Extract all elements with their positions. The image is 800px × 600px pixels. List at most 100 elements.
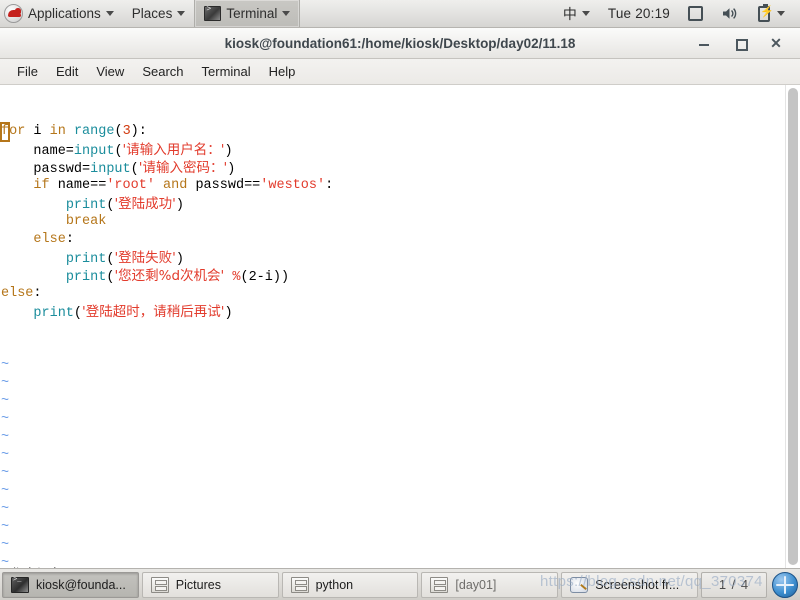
chevron-down-icon — [177, 11, 186, 16]
input-method-indicator[interactable]: 中 — [554, 0, 599, 27]
task-button-label: Pictures — [175, 577, 221, 592]
code-token: ) — [224, 144, 233, 159]
code-token: passwd= — [1, 162, 91, 177]
code-token: name== — [49, 178, 107, 193]
applications-menu[interactable]: Applications — [0, 0, 123, 27]
empty-line-marker: ~ — [1, 376, 10, 391]
battery-tray[interactable] — [747, 0, 794, 27]
vim-editor-text[interactable]: for i in range(3): name=input('请输入用户名：')… — [0, 85, 785, 568]
code-token: if — [33, 178, 50, 193]
code-token: '登陆成功' — [114, 196, 176, 212]
task-button[interactable]: Pictures — [141, 571, 279, 598]
code-token: ) — [175, 198, 184, 213]
task-button-label: python — [315, 577, 354, 592]
window-taskbar: kiosk@founda... Pictures python [day01] Scre… — [0, 568, 800, 600]
menu-search[interactable]: Search — [133, 60, 192, 84]
empty-line-marker: ~ — [1, 502, 10, 517]
terminal-title-bar[interactable]: kiosk@foundation61:/home/kiosk/Desktop/d… — [0, 28, 800, 59]
system-tray[interactable] — [679, 0, 712, 27]
terminal-menu-bar: File Edit View Search Terminal Help — [0, 59, 800, 85]
code-token: break — [65, 214, 107, 229]
code-line: print('登陆失败') — [0, 249, 785, 267]
volume-icon[interactable] — [721, 6, 738, 21]
window-controls: ✕ — [697, 36, 800, 51]
code-token: '请输入密码：' — [138, 160, 228, 176]
task-button-label: kiosk@founda... — [36, 577, 126, 592]
code-token: '登陆失败' — [114, 250, 176, 266]
chevron-down-icon[interactable] — [777, 11, 785, 16]
task-button-list: kiosk@founda... Pictures python [day01] Scre… — [2, 571, 698, 598]
code-token: print — [65, 198, 107, 213]
code-line: else: — [0, 285, 785, 303]
code-token: print — [65, 252, 107, 267]
ime-label: 中 — [562, 5, 577, 22]
menu-file[interactable]: File — [8, 60, 47, 84]
task-button[interactable]: [day01] — [421, 571, 559, 598]
code-lines: for i in range(3): name=input('请输入用户名：')… — [0, 122, 785, 321]
terminal-icon — [11, 576, 29, 593]
workspace-switcher[interactable]: 1 / 4 — [701, 571, 767, 598]
redhat-logo-icon — [4, 4, 23, 23]
code-token: print — [65, 270, 107, 285]
applications-menu-label: Applications — [28, 6, 101, 21]
volume-tray[interactable] — [712, 0, 747, 27]
code-token: 3 — [122, 124, 131, 139]
code-token: ) — [227, 162, 236, 177]
battery-icon[interactable] — [758, 3, 774, 22]
desktop-screen: Applications Places Terminal 中 Tue 20:19 — [0, 0, 800, 600]
empty-line-marker: ~ — [1, 520, 10, 535]
terminal-body[interactable]: for i in range(3): name=input('请输入用户名：')… — [0, 85, 800, 568]
empty-line-marker: ~ — [1, 448, 10, 463]
code-token: else — [33, 232, 66, 247]
screenshot-icon — [570, 576, 589, 593]
menu-view[interactable]: View — [87, 60, 133, 84]
display-icon[interactable] — [688, 6, 703, 21]
window-menu-label: Terminal — [226, 6, 278, 21]
task-button[interactable]: python — [281, 571, 419, 598]
code-token: ( — [114, 144, 123, 159]
code-token: input — [73, 144, 115, 159]
vim-status-line: "登陆程序.py" 11L, 319C 1,1 All — [0, 548, 785, 568]
code-token: else — [1, 286, 34, 301]
menu-edit[interactable]: Edit — [47, 60, 87, 84]
code-line: break — [0, 213, 785, 231]
menu-terminal[interactable]: Terminal — [193, 60, 260, 84]
empty-line-marker: ~ — [1, 412, 10, 427]
places-menu-label: Places — [131, 6, 173, 21]
code-token: (2-i)) — [240, 270, 290, 285]
close-icon[interactable]: ✕ — [769, 36, 783, 50]
scrollbar-thumb[interactable] — [788, 88, 798, 565]
empty-line-marker: ~ — [1, 484, 10, 499]
window-menu-terminal[interactable]: Terminal — [194, 0, 301, 27]
task-button[interactable]: Screenshot fr... — [561, 571, 698, 598]
show-desktop-icon[interactable] — [772, 571, 798, 598]
places-menu[interactable]: Places — [123, 0, 195, 27]
terminal-window: kiosk@foundation61:/home/kiosk/Desktop/d… — [0, 28, 800, 568]
task-button[interactable]: kiosk@founda... — [2, 571, 139, 598]
top-panel-right: 中 Tue 20:19 — [554, 0, 800, 27]
maximize-icon[interactable] — [733, 36, 748, 51]
code-token: ) — [224, 306, 233, 321]
code-token: ( — [114, 124, 123, 139]
code-token: ): — [130, 124, 147, 139]
clock[interactable]: Tue 20:19 — [599, 0, 679, 27]
menu-help[interactable]: Help — [260, 60, 305, 84]
empty-line-marker: ~ — [1, 466, 10, 481]
code-line: else: — [0, 231, 785, 249]
terminal-icon — [204, 5, 222, 21]
minimize-icon[interactable] — [697, 36, 711, 50]
code-line: print('登陆超时，请稍后再试') — [0, 303, 785, 321]
terminal-scrollbar[interactable] — [785, 85, 800, 568]
empty-line-marker: ~ — [1, 394, 10, 409]
code-token: input — [90, 162, 131, 177]
folder-icon — [290, 576, 309, 593]
code-token: print — [33, 306, 74, 321]
code-token: range — [73, 124, 115, 139]
